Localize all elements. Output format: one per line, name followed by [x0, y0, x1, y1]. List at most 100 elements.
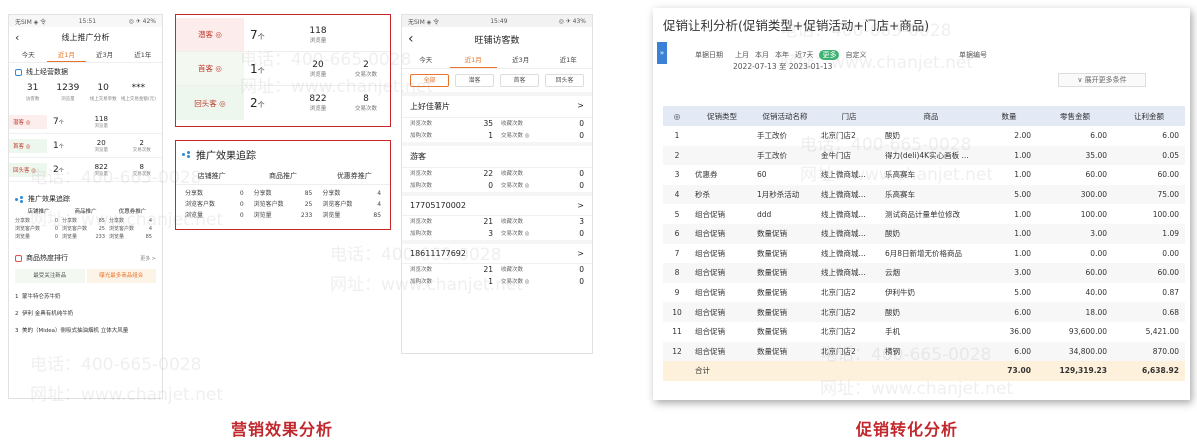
- filter-returning[interactable]: 回头客: [545, 74, 584, 87]
- chevron-right-icon[interactable]: >: [577, 101, 584, 112]
- page-title: 线上推广分析: [61, 32, 110, 42]
- tab-3-months[interactable]: 近3月: [86, 47, 124, 62]
- chevron-right-icon[interactable]: >: [577, 201, 584, 210]
- visitor-group[interactable]: 游客 浏览次数 22 收藏次数 0 加购次数 0 交易次数 ◎ 0: [402, 142, 592, 192]
- column-header[interactable]: 门店: [817, 106, 881, 126]
- pageview-cell: 822 浏览量: [94, 162, 109, 177]
- table-row[interactable]: 5 组合促销 ddd 线上微商城... 测试商品计量单位修改 1.00 100.00 100.…: [663, 204, 1185, 224]
- table-row[interactable]: 9 组合促销 数量促销 北京门店2 伊利牛奶 5.00 40.00 0.87: [663, 283, 1185, 303]
- chevron-right-icon[interactable]: >: [577, 249, 584, 258]
- table-row[interactable]: 11 组合促销 数量促销 北京门店2 手机 36.00 93,600.00 5,421.00: [663, 322, 1185, 342]
- filter-bar: 单据日期 上月 本月 本年 近7天 更多 自定义: [695, 50, 866, 60]
- tab-1-year[interactable]: 近1年: [545, 51, 593, 68]
- column-header[interactable]: 商品: [881, 106, 981, 126]
- expand-sidebar-button[interactable]: »: [657, 42, 667, 64]
- period-more[interactable]: 更多: [819, 50, 840, 60]
- customer-row-returning[interactable]: 回头客 ◎ 2个 822 浏览量 8 交易次数: [176, 86, 390, 120]
- highlight-box-customer-types: 潜客 ◎ 7个 118 浏览量 首客 ◎ 1个 20 浏览量 2 交易次数 回头客 ◎…: [175, 14, 391, 127]
- status-battery: ◎ ✈ 42%: [128, 17, 156, 25]
- table-cell: 优惠券: [695, 170, 718, 180]
- table-row[interactable]: 7 组合促销 数量促销 线上微商城... 6月8日新增无价格商品 1.00 0.00 0.00: [663, 244, 1185, 264]
- table-cell: 18.00: [1037, 302, 1113, 322]
- period-custom[interactable]: 自定义: [845, 50, 866, 60]
- date-range[interactable]: 2022-07-13 至 2023-01-13: [733, 61, 832, 72]
- table-row[interactable]: 8 组合促销 数量促销 线上微商城... 云烟 3.00 60.00 60.00: [663, 263, 1185, 283]
- customer-row-first[interactable]: 首客 ◎ 1个 20 浏览量 2 交易次数: [9, 134, 162, 158]
- visitor-group[interactable]: 18611177692 > 浏览次数 21 收藏次数 0 加购次数 1 交易次数 ◎ 0: [402, 240, 592, 288]
- table-row[interactable]: 1 手工改价 北京门店2 酸奶 2.00 6.00 6.00: [663, 126, 1185, 146]
- customer-row-first[interactable]: 首客 ◎ 1个 20 浏览量 2 交易次数: [176, 52, 390, 86]
- visitor-group[interactable]: 17705170002 > 浏览次数 21 收藏次数 3 加购次数 3 交易次数 ◎ 0: [402, 192, 592, 240]
- filter-prospect[interactable]: 潜客: [455, 74, 494, 87]
- table-cell: 乐高赛车: [885, 170, 915, 180]
- monitor-icon: [15, 68, 22, 76]
- table-total-row: 合计 73.00 129,319.23 6,638.92: [663, 361, 1185, 381]
- table-cell: 秒杀: [691, 184, 753, 205]
- table-cell: 横钢: [881, 341, 981, 362]
- table-row[interactable]: 6 组合促销 数量促销 线上微商城... 酸奶 1.00 3.00 1.09: [663, 223, 1185, 244]
- back-arrow-icon[interactable]: ‹: [15, 31, 29, 44]
- period-this-month[interactable]: 本月: [755, 50, 769, 60]
- visitor-name: 17705170002: [410, 201, 466, 210]
- list-item[interactable]: 1 蒙牛特仑苏牛奶: [15, 289, 156, 306]
- table-cell: 6.00: [981, 302, 1037, 322]
- rank-tab-exposure[interactable]: 曝光最多商品组合: [86, 269, 156, 283]
- tracking-grid: 店铺推广 分享数 0 浏览客户数 0 浏览量 0 商品推广 分享数 85 浏览客户数 25…: [9, 208, 162, 241]
- back-arrow-icon[interactable]: ‹: [408, 31, 422, 47]
- visitor-group[interactable]: 上好佳薯片 > 浏览次数 35 收藏次数 0 加购次数 1 交易次数 ◎ 0: [402, 92, 592, 142]
- customer-count: 7个: [250, 27, 265, 42]
- highlight-box-promo-tracking: 推广效果追踪 店铺推广 商品推广 优惠券推广 分享数 0 浏览客户数 0 浏览量 0 …: [175, 140, 391, 230]
- caption-promotion-conversion: 促销转化分析: [856, 420, 959, 439]
- table-row[interactable]: 4 秒杀 1月秒杀活动 线上微商城... 乐高赛车 5.00 300.00 75.00: [663, 184, 1185, 205]
- share-nodes-icon: [182, 151, 191, 158]
- stat-pageviews: 1239 浏览量: [56, 83, 80, 102]
- table-cell: 5,421.00: [1145, 327, 1179, 337]
- expand-more-conditions-button[interactable]: ∨ 展开更多条件: [1058, 73, 1146, 87]
- status-time: 15:49: [490, 17, 508, 25]
- table-cell: 组合促销: [695, 209, 725, 219]
- period-last-month[interactable]: 上月: [735, 50, 749, 60]
- settings-column-icon[interactable]: ◎: [663, 106, 691, 126]
- total-cell: [881, 361, 981, 381]
- tab-1-month[interactable]: 近1月: [47, 47, 86, 62]
- column-header[interactable]: 让利金额: [1113, 106, 1185, 126]
- column-header[interactable]: 数量: [981, 106, 1037, 126]
- tab-today[interactable]: 今天: [402, 51, 450, 68]
- tab-today[interactable]: 今天: [9, 47, 47, 62]
- table-cell: [691, 126, 753, 146]
- tab-1-year[interactable]: 近1年: [124, 47, 162, 62]
- total-cell: [817, 361, 881, 381]
- table-row[interactable]: 2 手工改价 金牛门店 得力(deli)4K实心画板 ... 1.00 35.00 0.05: [663, 145, 1185, 166]
- rank-tab-new[interactable]: 最受关注新品: [15, 269, 85, 283]
- table-row[interactable]: 10 组合促销 数量促销 北京门店2 酸奶 6.00 18.00 0.68: [663, 302, 1185, 322]
- table-cell: 手机: [885, 327, 900, 337]
- table-cell: 75.00: [1113, 184, 1185, 205]
- table-cell: 数量促销: [753, 263, 817, 283]
- head-coupon: 优惠券推广: [336, 172, 372, 180]
- filter-all[interactable]: 全部: [410, 74, 449, 87]
- filter-first[interactable]: 首客: [500, 74, 539, 87]
- customer-row-returning[interactable]: 回头客 ◎ 2个 822 浏览量 8 交易次数: [9, 158, 162, 182]
- table-row[interactable]: 12 组合促销 数量促销 北京门店2 横钢 6.00 34,800.00 870.00: [663, 341, 1185, 362]
- more-link[interactable]: 更多 >: [140, 255, 156, 262]
- status-carrier: 无SIM ◈ 令: [408, 18, 440, 26]
- status-bar: 无SIM ◈ 令 15:51 ◎ ✈ 42%: [9, 15, 162, 27]
- column-header[interactable]: 零售金额: [1037, 106, 1113, 126]
- period-this-year[interactable]: 本年: [775, 50, 789, 60]
- table-cell: 线上微商城...: [821, 209, 866, 219]
- table-cell: 金牛门店: [817, 145, 881, 166]
- customer-row-prospect[interactable]: 潜客 ◎ 7个 118 浏览量: [176, 18, 390, 52]
- tab-3-months[interactable]: 近3月: [497, 51, 545, 68]
- table-cell: 线上微商城...: [817, 263, 881, 283]
- tab-1-month[interactable]: 近1月: [449, 51, 497, 68]
- list-item[interactable]: 3 美的（Midea）侧吸式抽油烟机 立体大风量: [15, 323, 156, 340]
- table-row[interactable]: 3 优惠券 60 线上微商城... 乐高赛车 1.00 60.00 60.00: [663, 165, 1185, 185]
- customer-row-prospect[interactable]: 潜客 ◎ 7个 118 浏览量: [9, 110, 162, 134]
- online-stats: 31 访客数 1239 浏览量 10 线上交易单数 *** 线上交易金额(元): [9, 81, 162, 104]
- period-last-7-days[interactable]: 近7天: [795, 50, 813, 60]
- list-item[interactable]: 2 伊利 金典有机纯牛奶: [15, 306, 156, 323]
- column-header[interactable]: 促销活动名称: [753, 106, 817, 126]
- column-header[interactable]: 促销类型: [691, 106, 753, 126]
- table-cell: 手工改价: [757, 131, 787, 141]
- table-cell: 100.00: [1152, 209, 1179, 219]
